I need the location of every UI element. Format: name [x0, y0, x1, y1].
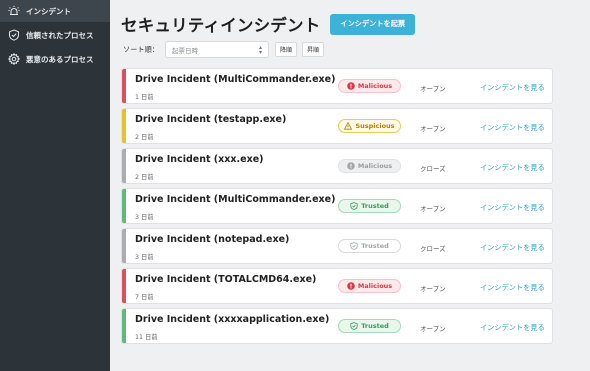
sort-asc-button[interactable]: 昇順 [301, 42, 324, 57]
incident-time: 3 日前 [135, 214, 154, 221]
sort-controls: ソート順： 起票日時 ▴ ▾ 降順 昇順 [123, 41, 324, 58]
status-badge: Suspicious [338, 119, 401, 133]
view-incident-link[interactable]: インシデントを見る [480, 123, 545, 133]
sort-label: ソート順： [123, 44, 159, 54]
alert-circle-icon [347, 82, 355, 90]
sort-desc-button[interactable]: 降順 [274, 42, 297, 57]
incident-state: オープン [420, 85, 446, 93]
incident-title: Drive Incident (notepad.exe) [135, 234, 290, 245]
severity-stripe [122, 149, 126, 183]
shield-check-icon [350, 242, 358, 250]
incident-card: Drive Incident (TOTALCMD64.exe) 7 日前 Malic… [121, 268, 553, 304]
shield-check-icon [8, 29, 20, 41]
alert-circle-icon [347, 282, 355, 290]
status-label: Malicious [357, 162, 393, 170]
incident-title: Drive Incident (xxx.exe) [135, 154, 264, 165]
warning-triangle-icon [344, 122, 353, 130]
sidebar-item-trusted-processes[interactable]: 信頼されたプロセス [0, 24, 110, 46]
view-incident-link[interactable]: インシデントを見る [480, 83, 545, 93]
shield-check-icon [350, 322, 358, 330]
status-badge: Malicious [338, 79, 401, 93]
view-incident-link[interactable]: インシデントを見る [480, 203, 545, 213]
status-badge: Trusted [338, 319, 401, 333]
incident-state: クローズ [420, 165, 446, 173]
status-label: Malicious [357, 82, 393, 90]
select-arrows-icon: ▴ ▾ [258, 43, 262, 56]
incident-time: 1 日前 [135, 94, 154, 101]
sidebar-item-label: 信頼されたプロセス [26, 30, 94, 40]
sidebar-item-label: インシデント [26, 6, 71, 16]
sidebar-item-label: 悪意のあるプロセス [26, 54, 94, 64]
sort-select-value: 起票日時 [171, 46, 198, 55]
sidebar: インシデント 信頼されたプロセス 悪意のあるプロセス [0, 0, 110, 371]
incident-card: Drive Incident (xxx.exe) 2 日前 Malicious クロー… [121, 148, 553, 184]
incident-title: Drive Incident (MultiCommander.exe) [135, 74, 336, 85]
incident-card: Drive Incident (MultiCommander.exe) 1 日前 M… [121, 68, 553, 104]
gear-icon [8, 53, 20, 65]
header: セキュリティインシデント インシデントを起票 [121, 12, 416, 36]
view-incident-link[interactable]: インシデントを見る [480, 283, 545, 293]
incident-card: Drive Incident (testapp.exe) 2 日前 Suspicio… [121, 108, 553, 144]
status-badge: Trusted [338, 199, 401, 213]
page-title: セキュリティインシデント [121, 16, 321, 35]
sort-select[interactable]: 起票日時 ▴ ▾ [164, 41, 269, 58]
incident-title: Drive Incident (testapp.exe) [135, 114, 287, 125]
severity-stripe [122, 109, 126, 143]
incident-state: クローズ [420, 245, 446, 253]
view-incident-link[interactable]: インシデントを見る [480, 163, 545, 173]
alert-beacon-icon [8, 5, 20, 17]
view-incident-link[interactable]: インシデントを見る [480, 243, 545, 253]
incident-state: オープン [420, 205, 446, 213]
severity-stripe [122, 309, 126, 343]
status-label: Trusted [361, 322, 389, 330]
shield-check-icon [350, 202, 358, 210]
severity-stripe [122, 69, 126, 103]
raise-incident-button[interactable]: インシデントを起票 [330, 13, 416, 35]
alert-circle-icon [347, 162, 355, 170]
sidebar-item-malicious-processes[interactable]: 悪意のあるプロセス [0, 48, 110, 70]
incident-title: Drive Incident (xxxxapplication.exe) [135, 314, 330, 325]
status-label: Trusted [361, 202, 389, 210]
incident-state: オープン [420, 285, 446, 293]
status-badge: Trusted [338, 239, 401, 253]
incident-time: 2 日前 [135, 134, 154, 141]
incident-card: Drive Incident (notepad.exe) 3 日前 Trusted ク… [121, 228, 553, 264]
incident-time: 7 日前 [135, 294, 154, 301]
status-badge: Malicious [338, 279, 401, 293]
sidebar-item-incidents[interactable]: インシデント [0, 0, 110, 22]
incident-card: Drive Incident (xxxxapplication.exe) 11 日… [121, 308, 553, 344]
severity-stripe [122, 229, 126, 263]
status-badge: Malicious [338, 159, 401, 173]
incident-time: 3 日前 [135, 254, 154, 261]
incident-state: オープン [420, 325, 446, 333]
incident-list: Drive Incident (MultiCommander.exe) 1 日前 M… [121, 68, 553, 348]
status-label: Malicious [357, 282, 393, 290]
severity-stripe [122, 269, 126, 303]
view-incident-link[interactable]: インシデントを見る [480, 323, 545, 333]
incident-time: 11 日前 [135, 334, 158, 341]
incident-card: Drive Incident (MultiCommander.exe) 3 日前 T… [121, 188, 553, 224]
incident-state: オープン [420, 125, 446, 133]
status-label: Suspicious [355, 122, 395, 130]
severity-stripe [122, 189, 126, 223]
main-content: セキュリティインシデント インシデントを起票 ソート順： 起票日時 ▴ ▾ 降順 … [110, 0, 590, 371]
incident-time: 2 日前 [135, 174, 154, 181]
status-label: Trusted [361, 242, 389, 250]
incident-title: Drive Incident (TOTALCMD64.exe) [135, 274, 317, 285]
incident-title: Drive Incident (MultiCommander.exe) [135, 194, 336, 205]
